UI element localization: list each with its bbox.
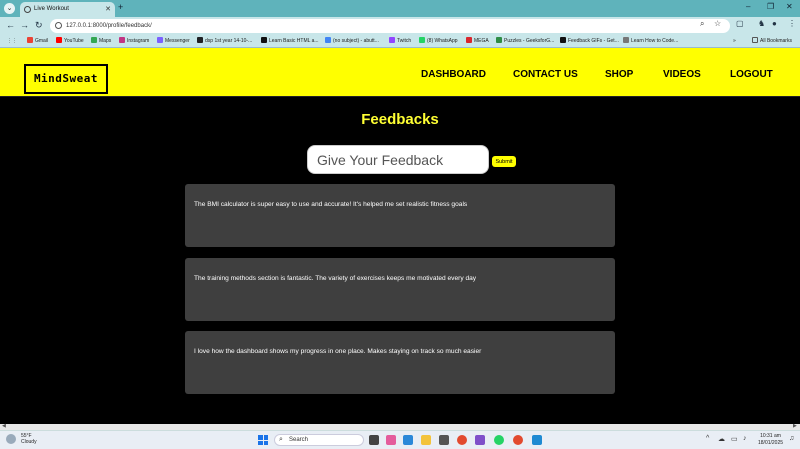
network-icon[interactable]: ▭ bbox=[731, 435, 738, 443]
minimize-icon[interactable]: – bbox=[746, 2, 750, 11]
url-text: 127.0.0.1:8000/profile/feedback/ bbox=[66, 23, 152, 29]
browser-toolbar: ← → ↻ 127.0.0.1:8000/profile/feedback/ ⌕… bbox=[0, 17, 800, 35]
bookmark-item[interactable]: Learn How to Code... bbox=[623, 37, 678, 46]
browser-tab[interactable]: Live Workout ✕ bbox=[20, 2, 115, 17]
bookmark-item[interactable]: Gmail bbox=[27, 37, 48, 46]
notification-bell-icon[interactable]: ♫ bbox=[789, 435, 794, 442]
bookmark-item[interactable]: Puzzles - GeeksforG... bbox=[496, 37, 554, 46]
taskbar-search-label: Search bbox=[289, 437, 309, 443]
bookmark-item[interactable]: Feedback GIFs - Get... bbox=[560, 37, 619, 46]
onedrive-icon[interactable]: ☁ bbox=[718, 435, 725, 443]
window-close-icon[interactable]: ✕ bbox=[786, 2, 793, 11]
bookmark-item[interactable]: (no subject) - abutt... bbox=[325, 37, 379, 46]
task-view-icon[interactable] bbox=[369, 435, 379, 445]
profile-icon[interactable]: ● bbox=[772, 19, 777, 28]
apps-grid-icon[interactable]: ⋮⋮ bbox=[7, 37, 17, 46]
site-header: MindSweat DASHBOARD CONTACT US SHOP VIDE… bbox=[0, 48, 800, 97]
feedback-input[interactable] bbox=[307, 145, 489, 174]
feedback-card: The BMI calculator is super easy to use … bbox=[185, 184, 615, 247]
taskbar-search[interactable]: ⌕ Search bbox=[274, 434, 364, 446]
bookmarks-chevron-icon[interactable]: » bbox=[733, 37, 736, 46]
vscode-icon[interactable] bbox=[532, 435, 542, 445]
nav-contact-us[interactable]: CONTACT US bbox=[513, 69, 578, 80]
bookmark-item[interactable]: Instagram bbox=[119, 37, 149, 46]
bookmark-item[interactable]: dsp 1st year 14-10-... bbox=[197, 37, 252, 46]
bookmark-item[interactable]: YouTube bbox=[56, 37, 84, 46]
feedback-card: The training methods section is fantasti… bbox=[185, 258, 615, 321]
edge-icon[interactable] bbox=[403, 435, 413, 445]
file-explorer-icon[interactable] bbox=[421, 435, 431, 445]
tab-title: Live Workout bbox=[34, 6, 69, 12]
copilot-icon[interactable] bbox=[386, 435, 396, 445]
all-bookmarks[interactable]: All Bookmarks bbox=[752, 37, 792, 46]
menu-kebab-icon[interactable]: ⋮ bbox=[788, 19, 796, 28]
taskbar: 55°F Cloudy ⌕ Search ^ ☁ ▭ ♪ 10:31 am 18/… bbox=[0, 430, 800, 449]
nav-shop[interactable]: SHOP bbox=[605, 69, 633, 80]
restore-icon[interactable]: ❐ bbox=[767, 2, 774, 11]
submit-button[interactable]: Submit bbox=[492, 156, 516, 167]
clock-date: 18/01/2025 bbox=[758, 440, 784, 446]
extensions-icon[interactable]: ▢ bbox=[736, 19, 744, 28]
bookmark-item[interactable]: Maps bbox=[91, 37, 111, 46]
reload-icon[interactable]: ↻ bbox=[35, 20, 43, 31]
new-tab-button[interactable]: + bbox=[118, 2, 123, 12]
site-logo[interactable]: MindSweat bbox=[24, 64, 108, 94]
scroll-left-icon[interactable]: ◀ bbox=[2, 423, 6, 429]
whatsapp-icon[interactable] bbox=[494, 435, 504, 445]
bookmark-item[interactable]: MEGA bbox=[466, 37, 489, 46]
feedback-text: The BMI calculator is super easy to use … bbox=[194, 201, 468, 208]
bookmark-item[interactable]: Learn Basic HTML a... bbox=[261, 37, 319, 46]
chrome-active-icon[interactable] bbox=[513, 435, 523, 445]
feedback-text: The training methods section is fantasti… bbox=[194, 275, 477, 282]
back-icon[interactable]: ← bbox=[6, 20, 15, 30]
address-bar[interactable]: 127.0.0.1:8000/profile/feedback/ bbox=[50, 19, 730, 33]
zoom-icon[interactable]: ⌕ bbox=[700, 19, 704, 29]
forward-icon[interactable]: → bbox=[20, 20, 29, 30]
tab-search-icon[interactable]: ⌄ bbox=[4, 3, 15, 14]
nav-videos[interactable]: VIDEOS bbox=[663, 69, 701, 80]
clock[interactable]: 10:31 am 18/01/2025 bbox=[758, 433, 783, 447]
start-windows-icon[interactable] bbox=[258, 435, 268, 445]
bookmark-star-icon[interactable]: ☆ bbox=[714, 19, 721, 28]
tab-favicon-icon bbox=[24, 6, 31, 13]
weather-desc: Cloudy bbox=[21, 439, 37, 445]
clock-time: 10:31 am bbox=[760, 433, 781, 439]
extension-icon[interactable]: ♞ bbox=[758, 19, 765, 28]
tray-chevron-icon[interactable]: ^ bbox=[706, 435, 709, 442]
store-icon[interactable] bbox=[439, 435, 449, 445]
bookmarks-bar: ⋮⋮ Gmail YouTube Maps Instagram Messenge… bbox=[0, 35, 800, 48]
search-icon: ⌕ bbox=[279, 436, 283, 443]
bookmark-item[interactable]: Messenger bbox=[157, 37, 190, 46]
site-info-icon[interactable] bbox=[55, 22, 62, 29]
scroll-right-icon[interactable]: ▶ bbox=[793, 423, 797, 429]
nav-logout[interactable]: LOGOUT bbox=[730, 69, 773, 80]
browser-tab-bar: ⌄ Live Workout ✕ + – ❐ ✕ bbox=[0, 0, 800, 17]
bookmark-item[interactable]: Twitch bbox=[389, 37, 411, 46]
nav-dashboard[interactable]: DASHBOARD bbox=[421, 69, 486, 80]
weather-cloud-icon bbox=[6, 434, 16, 444]
feedback-text: I love how the dashboard shows my progre… bbox=[194, 348, 482, 355]
bookmark-item[interactable]: (8) WhatsApp bbox=[419, 37, 458, 46]
feedback-card: I love how the dashboard shows my progre… bbox=[185, 331, 615, 394]
page-title: Feedbacks bbox=[361, 111, 439, 128]
tab-close-icon[interactable]: ✕ bbox=[105, 2, 111, 17]
visual-studio-icon[interactable] bbox=[475, 435, 485, 445]
chrome-icon[interactable] bbox=[457, 435, 467, 445]
volume-icon[interactable]: ♪ bbox=[743, 435, 747, 442]
